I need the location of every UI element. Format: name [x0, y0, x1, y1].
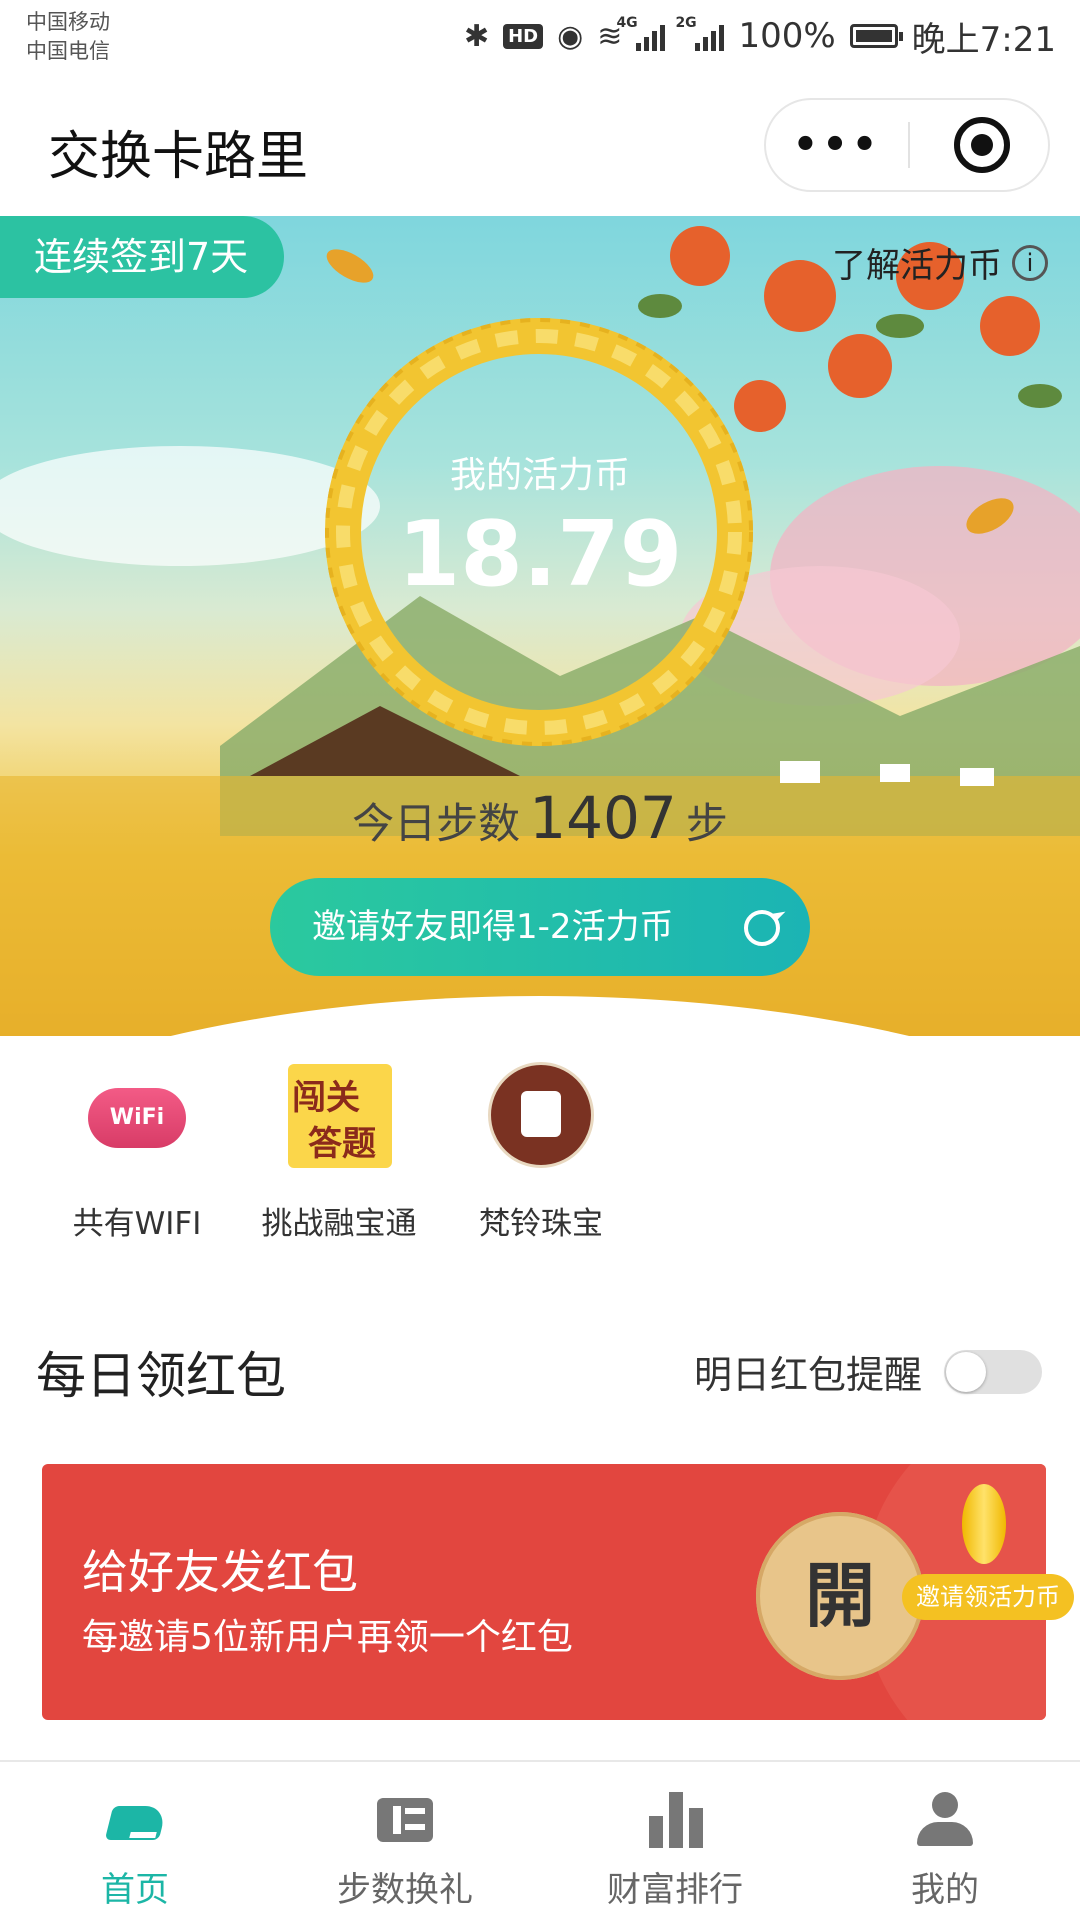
carrier-info: 中国移动 中国电信 — [26, 8, 110, 66]
tab-label: 步数换礼 — [337, 1870, 473, 1910]
steps-unit: 步 — [685, 799, 728, 848]
tab-label: 首页 — [101, 1870, 169, 1910]
shortcut-wifi[interactable]: WiFi 共有WIFI — [42, 1060, 232, 1243]
checkin-streak-badge[interactable]: 连续签到7天 — [0, 216, 285, 298]
shortcut-label: 梵铃珠宝 — [479, 1206, 603, 1242]
mini-program-capsule: ••• — [764, 98, 1050, 192]
packet-subtitle: 每邀请5位新用户再领一个红包 — [82, 1617, 573, 1658]
more-menu-icon[interactable]: ••• — [766, 100, 908, 190]
shortcut-label: 共有WIFI — [72, 1206, 202, 1242]
wifi-icon-text: WiFi — [88, 1088, 186, 1148]
about-link-label: 了解活力币 — [832, 246, 1002, 286]
coin-balance: 18.79 — [397, 502, 683, 607]
bar-chart-icon — [645, 1788, 705, 1848]
quiz-icon-text-2: 答题 — [308, 1124, 376, 1164]
eye-icon: ◉ — [557, 18, 584, 54]
tab-steps-exchange[interactable]: 步数换礼 — [270, 1762, 540, 1922]
bluetooth-icon: ✱ — [463, 18, 490, 54]
reminder-label: 明日红包提醒 — [693, 1353, 922, 1397]
battery-icon — [849, 24, 903, 48]
ticket-icon — [375, 1788, 435, 1848]
tab-home[interactable]: 首页 — [0, 1762, 270, 1922]
carrier-2: 中国电信 — [26, 39, 110, 63]
tab-mine[interactable]: 我的 — [810, 1762, 1080, 1922]
today-steps: 今日步数 1407 步 — [0, 784, 1080, 852]
hero-banner: 连续签到7天 了解活力币 i 我的活力币 18.79 今日步数 1407 步 邀… — [0, 216, 1080, 1036]
close-target-icon[interactable] — [954, 117, 1010, 173]
info-icon: i — [1012, 244, 1048, 281]
quiz-icon: 闯关 答题 — [284, 1060, 394, 1170]
coin-label: 我的活力币 — [449, 455, 630, 496]
capsule-divider — [908, 122, 910, 168]
person-icon — [915, 1788, 975, 1848]
shortcut-jewelry[interactable]: 梵铃珠宝 — [446, 1060, 636, 1243]
reminder-row: 明日红包提醒 — [694, 1344, 1042, 1399]
clock: 晚上7:21 — [911, 19, 1056, 60]
open-packet-button[interactable]: 開 — [756, 1512, 924, 1680]
mini-program-title-bar: 交换卡路里 ••• — [0, 80, 1080, 216]
network-type-2: 2G — [675, 15, 697, 31]
tab-wealth-ranking[interactable]: 财富排行 — [540, 1762, 810, 1922]
page-title: 交换卡路里 — [48, 127, 309, 187]
steps-value: 1407 — [529, 784, 677, 852]
gold-coin-icon — [962, 1484, 1006, 1564]
shoe-icon — [104, 1788, 168, 1848]
signal-icon: 2G — [675, 15, 725, 51]
shortcut-grid: WiFi 共有WIFI 闯关 答题 挑战融宝通 梵铃珠宝 — [0, 1060, 1080, 1250]
bottom-tab-bar: 首页 步数换礼 财富排行 我的 — [0, 1760, 1080, 1922]
invite-friends-button[interactable]: 邀请好友即得1-2活力币 — [270, 878, 810, 976]
shortcut-label: 挑战融宝通 — [261, 1206, 417, 1242]
shortcut-quiz[interactable]: 闯关 答题 挑战融宝通 — [244, 1060, 434, 1243]
status-icons: ✱ HD ◉ ≋ 4G 2G 100% 晚上7:21 — [463, 14, 1056, 60]
battery-percent: 100% — [738, 16, 836, 56]
jewelry-logo-icon — [486, 1060, 596, 1170]
steps-label: 今日步数 — [352, 799, 521, 848]
invite-button-label: 邀请好友即得1-2活力币 — [312, 907, 674, 947]
status-bar: 中国移动 中国电信 ✱ HD ◉ ≋ 4G 2G 100% 晚上7:21 — [0, 0, 1080, 80]
signal-icon: 4G — [616, 15, 666, 51]
packet-title: 给好友发红包 — [82, 1545, 358, 1599]
share-icon — [744, 910, 780, 946]
carrier-1: 中国移动 — [26, 10, 110, 34]
about-vitality-coin-link[interactable]: 了解活力币 i — [832, 238, 1048, 287]
hd-icon: HD — [503, 23, 544, 49]
daily-red-packet-title: 每日领红包 — [36, 1347, 286, 1405]
tab-label: 我的 — [911, 1870, 979, 1910]
network-type-1: 4G — [616, 15, 638, 31]
quiz-icon-text-1: 闯关 — [292, 1078, 360, 1118]
wifi-cloud-icon: WiFi — [82, 1060, 192, 1170]
tab-label: 财富排行 — [607, 1870, 743, 1910]
reminder-toggle[interactable] — [944, 1349, 1042, 1394]
invite-coin-pill[interactable]: 邀请领活力币 — [902, 1574, 1074, 1620]
